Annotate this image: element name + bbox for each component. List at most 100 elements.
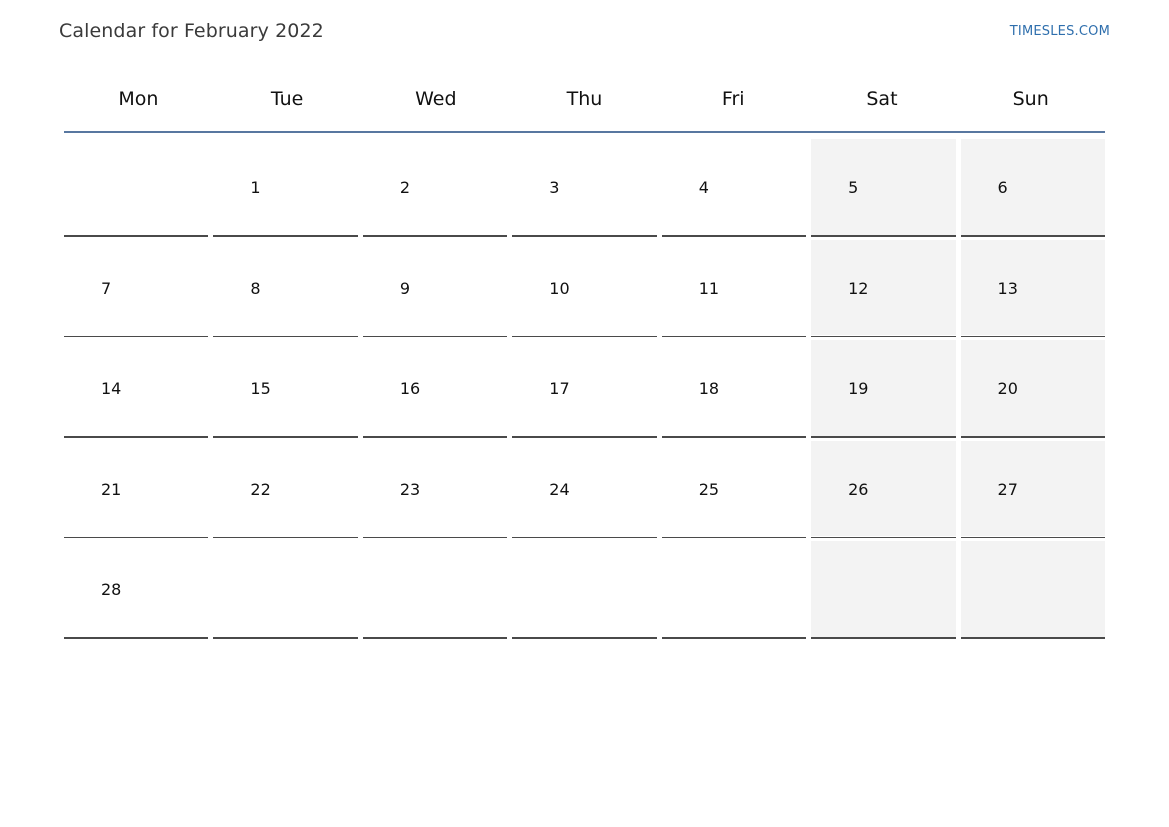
day-number: 6 xyxy=(997,178,1008,197)
day-number: 18 xyxy=(698,379,720,398)
cell-divider xyxy=(64,637,209,639)
weekend-shading xyxy=(811,440,956,536)
week-row: 14 15 16 17 18 19 20 xyxy=(64,337,1110,438)
day-number: 27 xyxy=(997,479,1018,499)
cell-background xyxy=(213,441,357,537)
day-cell[interactable]: 10 xyxy=(512,237,657,337)
cell-background xyxy=(363,541,507,637)
empty-day-cell xyxy=(811,538,956,639)
day-number: 1 xyxy=(250,178,261,197)
weekend-shading xyxy=(960,239,1105,335)
cell-background xyxy=(363,240,507,336)
cell-divider xyxy=(213,637,358,639)
day-cell[interactable]: 2 xyxy=(362,136,508,237)
day-cell[interactable]: 24 xyxy=(512,438,657,538)
day-cell[interactable]: 26 xyxy=(811,438,956,538)
day-cell[interactable]: 25 xyxy=(661,438,807,538)
day-cell[interactable]: 16 xyxy=(362,337,508,438)
cell-background xyxy=(512,541,656,637)
cell-divider xyxy=(960,637,1105,639)
day-cell[interactable]: 13 xyxy=(960,237,1105,337)
day-cell[interactable]: 8 xyxy=(213,237,358,337)
cell-background xyxy=(213,240,357,336)
day-cell[interactable]: 23 xyxy=(362,438,508,538)
week-row: 21 22 23 24 25 26 27 xyxy=(64,438,1110,538)
week-row: 1 2 3 4 5 6 xyxy=(64,136,1110,237)
day-cell[interactable]: 22 xyxy=(213,438,358,538)
day-number: 22 xyxy=(250,479,271,499)
cell-background xyxy=(662,441,806,537)
week-row: 28 xyxy=(64,538,1110,639)
day-cell[interactable]: 3 xyxy=(512,136,657,237)
weekday-wed: Wed xyxy=(415,88,457,110)
day-number: 17 xyxy=(549,379,570,398)
day-number: 4 xyxy=(698,178,709,197)
day-cell[interactable]: 4 xyxy=(661,136,807,237)
cell-background xyxy=(512,139,656,235)
empty-day-cell xyxy=(64,136,209,237)
day-cell[interactable]: 7 xyxy=(64,237,209,337)
weekend-shading xyxy=(960,139,1105,235)
day-number: 11 xyxy=(698,278,720,298)
day-number: 15 xyxy=(250,379,271,398)
day-number: 12 xyxy=(848,278,869,298)
day-cell[interactable]: 19 xyxy=(811,337,956,438)
weekday-sat: Sat xyxy=(866,88,898,110)
cell-background xyxy=(662,240,806,336)
cell-background xyxy=(64,340,208,436)
day-number: 2 xyxy=(399,178,411,197)
cell-background xyxy=(363,139,507,235)
cell-background xyxy=(213,541,357,637)
cell-background xyxy=(64,139,208,235)
cell-background xyxy=(64,441,208,537)
day-number: 3 xyxy=(549,178,560,197)
day-number: 19 xyxy=(848,379,869,398)
weekday-tue: Tue xyxy=(270,88,304,110)
empty-day-cell xyxy=(213,538,358,639)
empty-day-cell xyxy=(362,538,508,639)
day-number: 20 xyxy=(997,379,1018,398)
day-cell[interactable]: 18 xyxy=(661,337,807,438)
cell-background xyxy=(363,340,507,436)
day-number: 26 xyxy=(848,479,869,499)
day-number: 8 xyxy=(250,278,261,298)
cell-divider xyxy=(362,637,508,639)
day-cell[interactable]: 6 xyxy=(960,136,1105,237)
cell-divider xyxy=(512,637,657,639)
cell-background xyxy=(363,441,507,537)
day-number: 21 xyxy=(101,479,122,499)
weekend-shading xyxy=(960,340,1105,436)
day-cell[interactable]: 20 xyxy=(960,337,1105,438)
day-cell[interactable]: 1 xyxy=(213,136,358,237)
day-number: 9 xyxy=(399,278,411,298)
day-cell[interactable]: 14 xyxy=(64,337,209,438)
weekday-fri: Fri xyxy=(721,88,745,110)
weekday-header: Mon Tue Wed Thu Fri Sat Sun xyxy=(64,84,1105,114)
day-cell[interactable]: 15 xyxy=(213,337,358,438)
cell-background xyxy=(64,240,208,336)
empty-day-cell xyxy=(512,538,657,639)
day-cell[interactable]: 12 xyxy=(811,237,956,337)
cell-background xyxy=(213,139,357,235)
cell-background xyxy=(512,441,656,537)
day-cell[interactable]: 27 xyxy=(960,438,1105,538)
day-cell[interactable]: 9 xyxy=(362,237,508,337)
day-number: 24 xyxy=(549,479,570,499)
day-number: 7 xyxy=(101,278,112,298)
day-cell[interactable]: 28 xyxy=(64,538,209,639)
day-number: 25 xyxy=(698,479,720,499)
day-number: 14 xyxy=(101,379,122,398)
weekend-shading xyxy=(811,340,956,436)
day-cell[interactable]: 21 xyxy=(64,438,209,538)
brand-link[interactable]: TIMESLES.COM xyxy=(1010,24,1110,39)
weekend-shading xyxy=(811,139,956,235)
header-divider xyxy=(64,131,1105,133)
weekend-shading xyxy=(960,440,1105,536)
cell-divider xyxy=(811,637,956,639)
day-cell[interactable]: 17 xyxy=(512,337,657,438)
weekend-shading xyxy=(960,541,1105,637)
page-title: Calendar for February 2022 xyxy=(59,20,324,42)
day-cell[interactable]: 11 xyxy=(661,237,807,337)
day-cell[interactable]: 5 xyxy=(811,136,956,237)
empty-day-cell xyxy=(661,538,807,639)
